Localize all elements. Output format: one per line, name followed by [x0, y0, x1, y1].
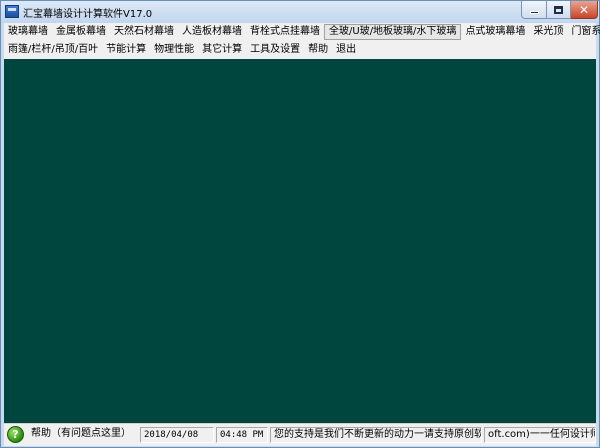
menu-tools-settings[interactable]: 工具及设置 — [246, 42, 304, 58]
menu-energy-calc[interactable]: 节能计算 — [102, 42, 150, 58]
menu-row-2: 雨篷/栏杆/吊顶/百叶 节能计算 物理性能 其它计算 工具及设置 帮助 退出 — [4, 41, 360, 59]
maximize-icon — [554, 5, 563, 14]
menu-metal-panel-wall[interactable]: 金属板幕墙 — [52, 24, 110, 40]
close-icon: ✕ — [578, 2, 590, 17]
menu-physical-performance[interactable]: 物理性能 — [150, 42, 198, 58]
menu-full-glass[interactable]: 全玻/U玻/地板玻璃/水下玻璃 — [324, 24, 462, 40]
minimize-icon — [529, 11, 539, 14]
menu-exit[interactable]: 退出 — [332, 42, 360, 58]
menu-back-bolt-wall[interactable]: 背栓式点挂幕墙 — [246, 24, 324, 40]
minimize-button[interactable] — [521, 1, 547, 19]
window-title: 汇宝幕墙设计计算软件V17.0 — [23, 9, 153, 20]
menu-row-1: 玻璃幕墙 金属板幕墙 天然石材幕墙 人造板材幕墙 背栓式点挂幕墙 全玻/U玻/地… — [4, 23, 600, 41]
help-icon[interactable]: ? — [7, 426, 24, 443]
status-date: 2018/04/08 — [140, 427, 214, 443]
menu-natural-stone-wall[interactable]: 天然石材幕墙 — [110, 24, 178, 40]
app-icon[interactable] — [5, 5, 19, 18]
menu-point-glass-wall[interactable]: 点式玻璃幕墙 — [461, 24, 529, 40]
status-tail: oft.com)一一任何设计师 — [484, 427, 596, 443]
maximize-button[interactable] — [547, 1, 571, 19]
status-help-label[interactable]: 帮助（有问题点这里） — [28, 427, 135, 443]
menu-other-calc[interactable]: 其它计算 — [198, 42, 246, 58]
menu-glass-curtain-wall[interactable]: 玻璃幕墙 — [4, 24, 52, 40]
menu-canopy-railing[interactable]: 雨篷/栏杆/吊顶/百叶 — [4, 42, 102, 58]
status-bar: ? 帮助（有问题点这里） 2018/04/08 04:48 PM 您的支持是我们… — [4, 423, 596, 446]
menu-bar: 玻璃幕墙 金属板幕墙 天然石材幕墙 人造板材幕墙 背栓式点挂幕墙 全玻/U玻/地… — [4, 23, 600, 59]
status-time: 04:48 PM — [216, 427, 268, 443]
app-window: 汇宝幕墙设计计算软件V17.0 ✕ 玻璃幕墙 金属板幕墙 天然石材幕墙 人造板材… — [0, 0, 600, 448]
menu-artificial-panel-wall[interactable]: 人造板材幕墙 — [178, 24, 246, 40]
main-workspace[interactable] — [4, 59, 596, 423]
title-bar[interactable]: 汇宝幕墙设计计算软件V17.0 ✕ — [1, 1, 599, 23]
menu-help[interactable]: 帮助 — [304, 42, 332, 58]
status-message: 您的支持是我们不断更新的动力一请支持原创软件 — [270, 427, 482, 443]
menu-skylight[interactable]: 采光顶 — [529, 24, 567, 40]
close-button[interactable]: ✕ — [571, 1, 598, 19]
menu-door-window-system[interactable]: 门窗系统 — [567, 24, 600, 40]
